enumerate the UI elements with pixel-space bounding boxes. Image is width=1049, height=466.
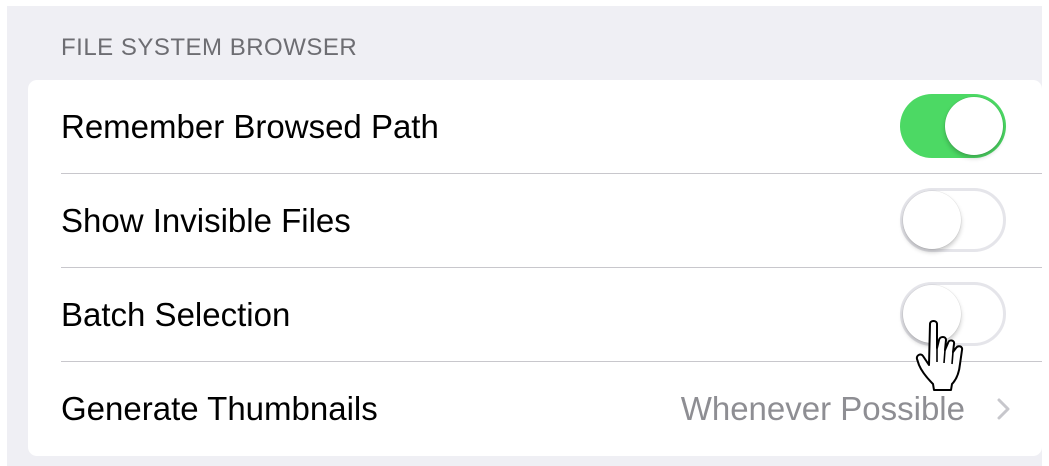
section-header: FILE SYSTEM BROWSER <box>61 34 358 61</box>
generate-thumbnails-row[interactable]: Generate Thumbnails Whenever Possible <box>28 362 1042 456</box>
batch-selection-toggle[interactable] <box>900 282 1006 346</box>
generate-thumbnails-value: Whenever Possible <box>680 390 965 427</box>
show-invisible-files-row[interactable]: Show Invisible Files <box>28 174 1042 268</box>
toggle-knob <box>903 285 961 343</box>
toggle-knob <box>945 97 1003 155</box>
remember-browsed-path-row[interactable]: Remember Browsed Path <box>28 80 1042 174</box>
batch-selection-row[interactable]: Batch Selection <box>28 268 1042 362</box>
row-label: Batch Selection <box>61 296 291 333</box>
chevron-right-icon <box>997 398 1010 420</box>
remember-browsed-path-toggle[interactable] <box>900 94 1006 158</box>
toggle-knob <box>903 191 961 249</box>
row-label: Remember Browsed Path <box>61 108 439 145</box>
row-label: Generate Thumbnails <box>61 390 378 427</box>
show-invisible-files-toggle[interactable] <box>900 188 1006 252</box>
settings-group: Remember Browsed Path Show Invisible Fil… <box>28 80 1042 456</box>
row-label: Show Invisible Files <box>61 202 351 239</box>
